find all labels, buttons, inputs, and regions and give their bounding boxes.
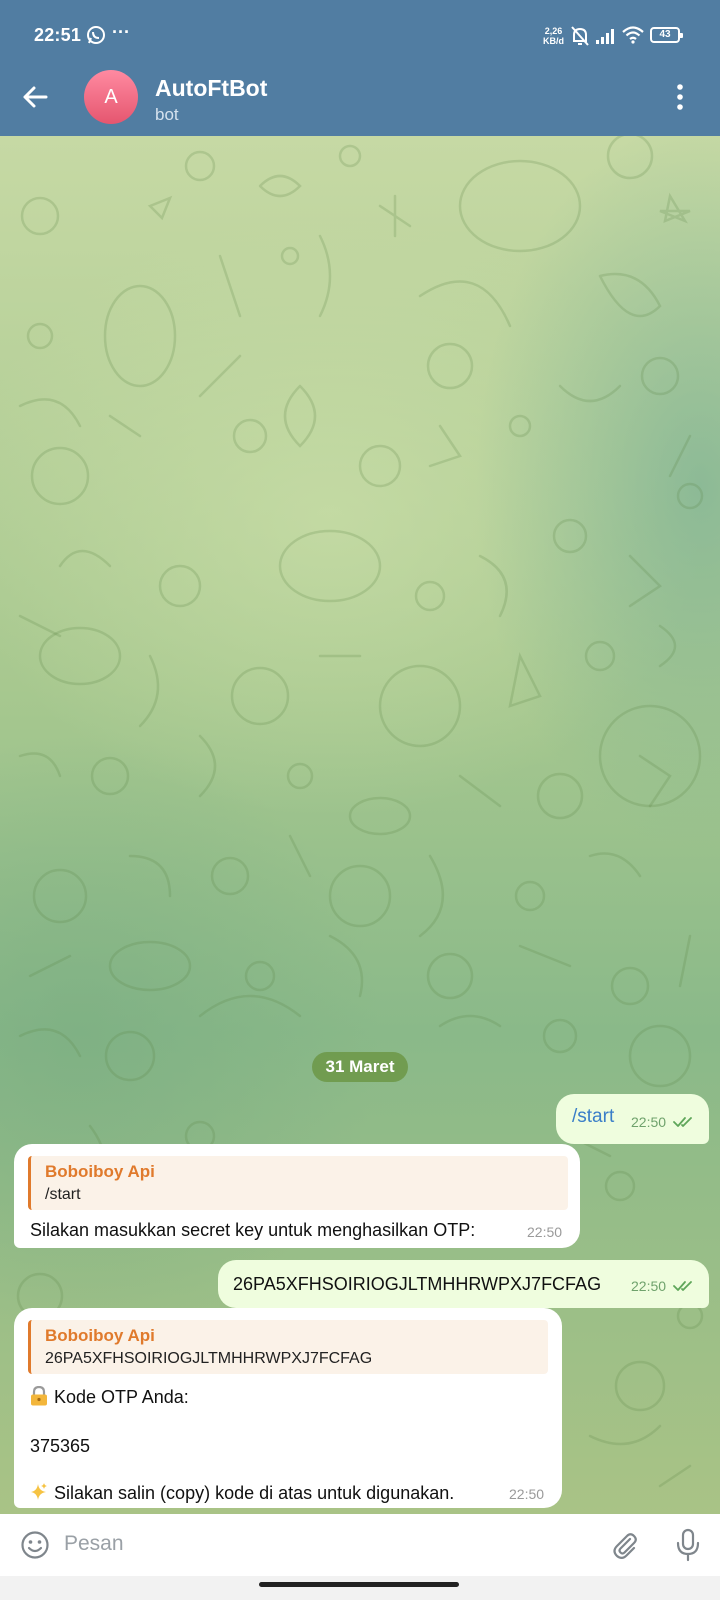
back-arrow-icon[interactable]	[20, 82, 50, 112]
message-text: Silakan masukkan secret key untuk mengha…	[30, 1220, 476, 1240]
message-text: 26PA5XFHSOIRIOGJLTMHHRWPXJ7FCFAG	[233, 1274, 602, 1294]
chat-subtitle: bot	[155, 105, 179, 124]
app-bar: A AutoFtBot bot	[0, 70, 720, 136]
reply-text: 26PA5XFHSOIRIOGJLTMHHRWPXJ7FCFAG	[45, 1350, 373, 1367]
whatsapp-icon	[87, 26, 105, 44]
message-input[interactable]	[64, 1524, 584, 1564]
date-chip: 31 Maret	[312, 1052, 408, 1082]
otp-code[interactable]: 375365	[30, 1436, 90, 1457]
reply-text: /start	[45, 1186, 81, 1203]
double-check-icon	[673, 1117, 692, 1127]
double-check-icon	[673, 1281, 692, 1291]
message-time: 22:50	[631, 1278, 667, 1294]
network-speed: 2,26 KB/d	[543, 26, 564, 46]
message-time: 22:50	[509, 1486, 545, 1502]
message-meta: 22:50	[631, 1278, 695, 1294]
message-time: 22:50	[631, 1114, 667, 1130]
mute-icon	[571, 26, 589, 46]
home-gesture-bar[interactable]	[259, 1582, 459, 1587]
system-navigation-bar	[0, 1576, 720, 1600]
signal-icon	[596, 29, 614, 44]
speed-value: 2,26	[544, 26, 563, 36]
chat-area[interactable]: 31 Maret /start 22:50 Boboiboy Api /star…	[0, 136, 720, 1514]
outgoing-message[interactable]: /start 22:50	[556, 1094, 709, 1144]
mic-icon[interactable]	[676, 1528, 700, 1562]
reply-quote[interactable]: Boboiboy Api 26PA5XFHSOIRIOGJLTMHHRWPXJ7…	[28, 1320, 548, 1374]
message-text: Kode OTP Anda:	[54, 1387, 189, 1407]
attach-icon[interactable]	[610, 1530, 640, 1560]
lock-icon	[31, 1386, 47, 1406]
emoji-icon[interactable]	[20, 1530, 50, 1560]
speed-unit: KB/d	[543, 36, 564, 46]
battery-icon: 43	[650, 27, 683, 43]
reply-quote[interactable]: Boboiboy Api /start	[28, 1156, 568, 1210]
outgoing-message[interactable]: 26PA5XFHSOIRIOGJLTMHHRWPXJ7FCFAG 22:50	[218, 1260, 709, 1308]
message-time: 22:50	[527, 1224, 563, 1240]
message-text[interactable]: /start	[572, 1106, 614, 1128]
otp-heading: Kode OTP Anda:	[30, 1386, 189, 1408]
status-overflow: ···	[112, 22, 130, 42]
reply-sender: Boboiboy Api	[45, 1326, 155, 1345]
chat-title[interactable]: AutoFtBot	[155, 75, 267, 102]
sparkles-icon	[31, 1483, 47, 1500]
status-bar: 22:51 ··· 2,26 KB/d 43	[0, 0, 720, 72]
more-vert-icon[interactable]	[674, 82, 686, 112]
message-text: Silakan salin (copy) kode di atas untuk …	[54, 1483, 455, 1503]
wifi-icon	[622, 26, 644, 44]
avatar[interactable]: A	[84, 70, 138, 124]
incoming-message[interactable]: Boboiboy Api /start Silakan masukkan sec…	[14, 1144, 580, 1248]
status-time: 22:51	[34, 25, 82, 45]
message-composer	[0, 1514, 720, 1576]
top-bar: 22:51 ··· 2,26 KB/d 43 A AutoFtBot bot	[0, 0, 720, 136]
incoming-message[interactable]: Boboiboy Api 26PA5XFHSOIRIOGJLTMHHRWPXJ7…	[14, 1308, 562, 1508]
message-meta: 22:50	[631, 1114, 695, 1130]
reply-sender: Boboiboy Api	[45, 1162, 155, 1181]
otp-instruction: Silakan salin (copy) kode di atas untuk …	[30, 1482, 454, 1504]
